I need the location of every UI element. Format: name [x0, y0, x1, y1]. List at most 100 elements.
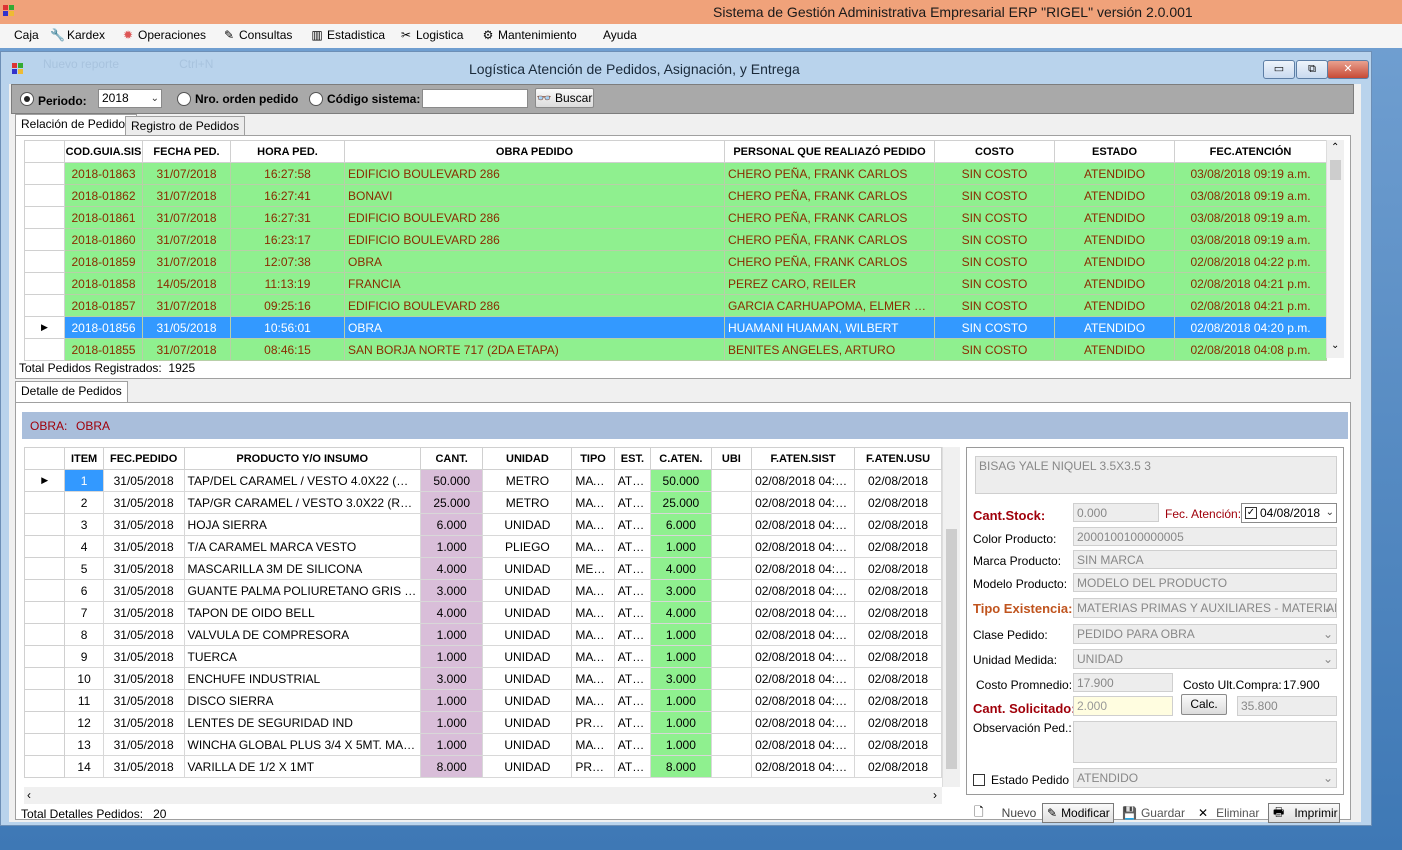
- order-row[interactable]: 2018-01863 31/07/2018 16:27:58 EDIFICIO BOU…: [24, 162, 1327, 185]
- col-cod-guia[interactable]: COD.GUIA.SIS: [64, 140, 143, 163]
- close-button[interactable]: ✕: [1327, 60, 1369, 79]
- menu-consultas[interactable]: ✎ Consultas: [222, 28, 292, 42]
- col-cant[interactable]: CANT.: [419, 447, 484, 470]
- minimize-button[interactable]: ▭: [1263, 60, 1295, 79]
- periodo-select[interactable]: 2018 ⌄: [98, 89, 162, 108]
- col-costo[interactable]: COSTO: [934, 140, 1055, 163]
- detail-row[interactable]: 13 31/05/2018 WINCHA GLOBAL PLUS 3/4 X 5MT…: [23, 733, 942, 756]
- detail-row[interactable]: 3 31/05/2018 HOJA SIERRA 6.000 UNIDAD MATE...…: [23, 513, 942, 536]
- eliminar-button[interactable]: ✕ Eliminar: [1194, 803, 1268, 823]
- observacion-field[interactable]: [1073, 721, 1337, 763]
- col-fec-pedido[interactable]: FEC.PEDIDO: [102, 447, 185, 470]
- row-header[interactable]: [23, 579, 66, 602]
- modificar-button[interactable]: ✎ Modificar: [1042, 803, 1114, 823]
- col-c-aten[interactable]: C.ATEN.: [650, 447, 712, 470]
- details-vscroll-thumb[interactable]: [946, 529, 957, 769]
- row-header[interactable]: [23, 667, 66, 690]
- cant-solicitado-input[interactable]: 2.000: [1073, 696, 1173, 716]
- row-header[interactable]: [24, 184, 65, 207]
- guardar-button[interactable]: 💾 Guardar: [1118, 803, 1192, 823]
- col-hora-ped[interactable]: HORA PED.: [230, 140, 345, 163]
- details-vscrollbar[interactable]: [942, 447, 960, 787]
- row-header[interactable]: [23, 601, 66, 624]
- clase-pedido-select[interactable]: PEDIDO PARA OBRA ⌄: [1073, 624, 1337, 644]
- orders-scroll-thumb[interactable]: [1330, 160, 1341, 180]
- row-header[interactable]: [23, 733, 66, 756]
- row-header[interactable]: ▶: [23, 469, 66, 492]
- tab-relacion-pedidos[interactable]: Relación de Pedidos: [15, 114, 138, 136]
- unidad-medida-select[interactable]: UNIDAD ⌄: [1073, 649, 1337, 669]
- order-row[interactable]: 2018-01858 14/05/2018 11:13:19 FRANCIA PEREZ…: [24, 272, 1327, 295]
- row-header[interactable]: [23, 491, 66, 514]
- color-producto-field[interactable]: 2000100100000005: [1073, 527, 1337, 546]
- details-hscrollbar[interactable]: ‹ ›: [24, 787, 942, 804]
- detail-row[interactable]: 12 31/05/2018 LENTES DE SEGURIDAD IND 1.000…: [23, 711, 942, 734]
- menu-logistica[interactable]: ✂ Logistica: [399, 28, 463, 42]
- order-row[interactable]: 2018-01857 31/07/2018 09:25:16 EDIFICIO BOU…: [24, 294, 1327, 317]
- row-header[interactable]: ▶: [24, 316, 65, 339]
- row-header[interactable]: [23, 689, 66, 712]
- col-producto[interactable]: PRODUCTO Y/O INSUMO: [183, 447, 421, 470]
- maximize-button[interactable]: ⧉: [1296, 60, 1328, 79]
- detail-row[interactable]: 4 31/05/2018 T/A CARAMEL MARCA VESTO 1.000 P…: [23, 535, 942, 558]
- modelo-producto-field[interactable]: MODELO DEL PRODUCTO: [1073, 573, 1337, 592]
- order-row[interactable]: 2018-01855 31/07/2018 08:46:15 SAN BORJA NO…: [24, 338, 1327, 361]
- col-ubi[interactable]: UBI: [710, 447, 753, 470]
- col-estado[interactable]: ESTADO: [1054, 140, 1175, 163]
- menu-ayuda[interactable]: Ayuda: [603, 28, 637, 42]
- codigo-sistema-input[interactable]: [422, 89, 528, 108]
- nro-orden-radio[interactable]: [177, 92, 191, 106]
- order-row[interactable]: 2018-01861 31/07/2018 16:27:31 EDIFICIO BOU…: [24, 206, 1327, 229]
- fec-atencion-picker[interactable]: ✓ 04/08/2018 ⌄: [1241, 503, 1337, 523]
- detail-row[interactable]: 11 31/05/2018 DISCO SIERRA 1.000 UNIDAD MATE.…: [23, 689, 942, 712]
- detail-row[interactable]: 10 31/05/2018 ENCHUFE INDUSTRIAL 3.000 UNIDA…: [23, 667, 942, 690]
- detail-row[interactable]: 9 31/05/2018 TUERCA 1.000 UNIDAD MATE... ATE..…: [23, 645, 942, 668]
- col-tipo[interactable]: TIPO: [571, 447, 615, 470]
- nuevo-button[interactable]: 🗋 Nuevo: [970, 803, 1036, 823]
- row-header[interactable]: [23, 711, 66, 734]
- menu-mantenimiento[interactable]: ⚙ Mantenimiento: [481, 28, 577, 42]
- col-obra-pedido[interactable]: OBRA PEDIDO: [344, 140, 725, 163]
- col-fec-atencion[interactable]: FEC.ATENCIÓN: [1174, 140, 1327, 163]
- detail-row[interactable]: 5 31/05/2018 MASCARILLA 3M DE SILICONA 4.00…: [23, 557, 942, 580]
- col-personal[interactable]: PERSONAL QUE REALIAZÓ PEDIDO: [724, 140, 935, 163]
- row-header[interactable]: [23, 755, 66, 778]
- tipo-existencia-select[interactable]: MATERIAS PRIMAS Y AUXILIARES - MATERIAL ⌄: [1073, 598, 1337, 618]
- menu-caja[interactable]: Caja: [14, 28, 39, 42]
- periodo-radio[interactable]: [20, 92, 34, 106]
- detail-row[interactable]: 8 31/05/2018 VALVULA DE COMPRESORA 1.000 UNI…: [23, 623, 942, 646]
- row-header[interactable]: [23, 535, 66, 558]
- orders-scrollbar[interactable]: ⌃ ⌄: [1326, 140, 1344, 358]
- fec-atencion-checkbox[interactable]: ✓: [1245, 507, 1257, 519]
- col-est[interactable]: EST.: [613, 447, 652, 470]
- col-f-aten-sist[interactable]: F.ATEN.SIST: [751, 447, 856, 470]
- col-unidad[interactable]: UNIDAD: [482, 447, 573, 470]
- tab-registro-pedidos[interactable]: Registro de Pedidos: [125, 116, 246, 136]
- row-header[interactable]: [23, 557, 66, 580]
- order-row[interactable]: 2018-01860 31/07/2018 16:23:17 EDIFICIO BOU…: [24, 228, 1327, 251]
- cant-stock-field[interactable]: 0.000: [1073, 503, 1159, 522]
- row-header[interactable]: [23, 645, 66, 668]
- row-header[interactable]: [24, 228, 65, 251]
- col-fecha-ped[interactable]: FECHA PED.: [142, 140, 231, 163]
- menu-kardex[interactable]: 🔧 Kardex: [50, 28, 105, 42]
- tab-detalle-pedidos[interactable]: Detalle de Pedidos: [15, 381, 128, 403]
- detail-row[interactable]: 2 31/05/2018 TAP/GR CARAMEL / VESTO 3.0X22…: [23, 491, 942, 514]
- order-row[interactable]: ▶ 2018-01856 31/05/2018 10:56:01 OBRA HUAMANI…: [24, 316, 1327, 339]
- row-header[interactable]: [23, 513, 66, 536]
- detail-row[interactable]: 14 31/05/2018 VARILLA DE 1/2 X 1MT 8.000 UNI…: [23, 755, 942, 778]
- marca-producto-field[interactable]: SIN MARCA: [1073, 550, 1337, 569]
- menu-estadistica[interactable]: ▥ Estadistica: [310, 28, 385, 42]
- menu-operaciones[interactable]: ✹ Operaciones: [121, 28, 206, 42]
- costo-promedio-field[interactable]: 17.900: [1073, 673, 1173, 692]
- row-header[interactable]: [24, 272, 65, 295]
- estado-pedido-checkbox[interactable]: [973, 774, 985, 786]
- col-f-aten-usu[interactable]: F.ATEN.USU: [854, 447, 942, 470]
- row-header[interactable]: [24, 338, 65, 361]
- order-row[interactable]: 2018-01859 31/07/2018 12:07:38 OBRA CHERO PE…: [24, 250, 1327, 273]
- calc-button[interactable]: Calc.: [1181, 694, 1227, 715]
- codigo-sistema-radio[interactable]: [309, 92, 323, 106]
- calc-result-field[interactable]: 35.800: [1237, 696, 1337, 716]
- imprimir-button[interactable]: 🖶 Imprimir: [1268, 803, 1340, 823]
- order-row[interactable]: 2018-01862 31/07/2018 16:27:41 BONAVI CHERO …: [24, 184, 1327, 207]
